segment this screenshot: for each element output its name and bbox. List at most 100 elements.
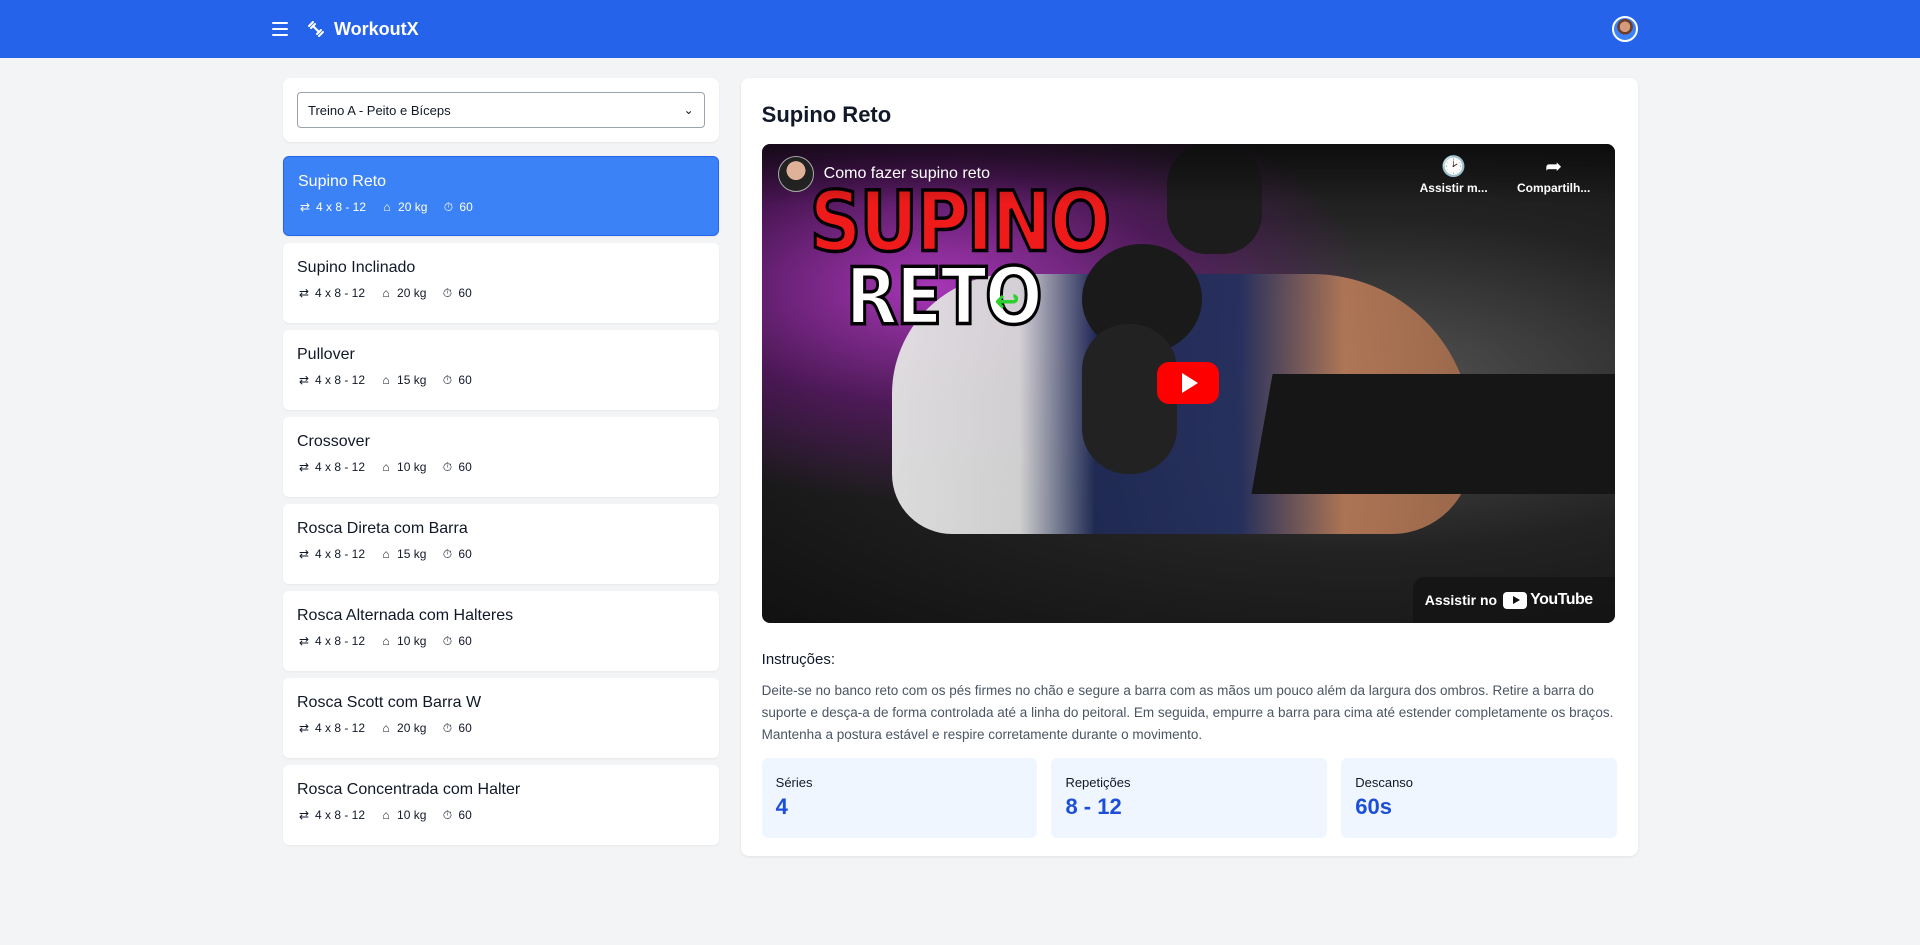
exercise-name: Rosca Alternada com Halteres bbox=[297, 607, 514, 624]
stat-series: Séries 4 bbox=[761, 758, 1038, 838]
exercise-sidebar: Treino A - Peito e Bíceps ⌄ Supino Reto … bbox=[283, 78, 719, 856]
watch-later-label: Assistir m... bbox=[1419, 180, 1488, 195]
exercise-item[interactable]: Rosca Direta com Barra ⇄ 4 x 8 - 12 ⌂ 15… bbox=[283, 504, 719, 584]
watch-on-youtube-button[interactable]: Assistir no YouTube bbox=[1412, 577, 1615, 623]
arrow-icon: ↩ bbox=[994, 285, 1020, 318]
sets-reps-value: 4 x 8 - 12 bbox=[316, 200, 367, 214]
sets-reps: ⇄ 4 x 8 - 12 bbox=[297, 634, 365, 648]
exercise-item[interactable]: Crossover ⇄ 4 x 8 - 12 ⌂ 10 kg ⏱ 60 bbox=[283, 417, 719, 497]
exercise-meta: ⇄ 4 x 8 - 12 ⌂ 10 kg ⏱ 60 bbox=[297, 460, 705, 474]
play-button[interactable] bbox=[1156, 362, 1219, 404]
stats-row: Séries 4 Repetições 8 - 12 Descanso 60s bbox=[761, 758, 1617, 838]
chevron-down-icon: ⌄ bbox=[683, 103, 694, 117]
youtube-wordmark: YouTube bbox=[1530, 591, 1593, 608]
watch-later-button[interactable]: 🕑 Assistir m... bbox=[1409, 154, 1499, 195]
rest-value: 60 bbox=[458, 286, 472, 300]
stopwatch-icon: ⏱ bbox=[442, 460, 453, 474]
exercise-item[interactable]: Pullover ⇄ 4 x 8 - 12 ⌂ 15 kg ⏱ 60 bbox=[283, 330, 719, 410]
repeat-icon: ⇄ bbox=[299, 200, 311, 214]
youtube-icon bbox=[1503, 591, 1528, 609]
menu-icon[interactable] bbox=[272, 18, 294, 40]
stopwatch-icon: ⏱ bbox=[442, 808, 453, 822]
workout-select-value: Treino A - Peito e Bíceps bbox=[308, 102, 451, 118]
rest-value: 60 bbox=[458, 808, 472, 822]
weight: ⌂ 10 kg bbox=[379, 460, 426, 474]
stopwatch-icon: ⏱ bbox=[443, 200, 454, 214]
repeat-icon: ⇄ bbox=[298, 634, 310, 648]
stat-series-label: Séries bbox=[775, 775, 813, 790]
video-title[interactable]: Como fazer supino reto bbox=[824, 165, 1399, 183]
repeat-icon: ⇄ bbox=[298, 547, 310, 561]
repeat-icon: ⇄ bbox=[298, 373, 310, 387]
weight: ⌂ 20 kg bbox=[379, 286, 426, 300]
stopwatch-icon: ⏱ bbox=[442, 721, 453, 735]
weight-value: 20 kg bbox=[397, 721, 427, 735]
share-icon: ➦ bbox=[1545, 155, 1563, 178]
exercise-item[interactable]: Rosca Alternada com Halteres ⇄ 4 x 8 - 1… bbox=[283, 591, 719, 671]
weight-value: 15 kg bbox=[397, 547, 427, 561]
stopwatch-icon: ⏱ bbox=[442, 634, 453, 648]
stat-reps: Repetições 8 - 12 bbox=[1051, 758, 1328, 838]
stat-rest-label: Descanso bbox=[1355, 775, 1414, 790]
play-icon bbox=[1181, 373, 1198, 393]
exercise-meta: ⇄ 4 x 8 - 12 ⌂ 20 kg ⏱ 60 bbox=[298, 200, 704, 214]
exercise-name: Rosca Direta com Barra bbox=[297, 520, 468, 537]
kettlebell-icon: ⌂ bbox=[383, 200, 391, 214]
rest: ⏱ 60 bbox=[440, 460, 472, 474]
rest: ⏱ 60 bbox=[440, 634, 472, 648]
sets-reps-value: 4 x 8 - 12 bbox=[315, 460, 366, 474]
thumbnail-caption: SUPINO RETO bbox=[808, 179, 1112, 339]
weight: ⌂ 15 kg bbox=[379, 373, 426, 387]
user-avatar[interactable] bbox=[1612, 16, 1638, 42]
weight: ⌂ 20 kg bbox=[380, 200, 427, 214]
nav-left: WorkoutX bbox=[272, 18, 419, 40]
share-label: Compartilh... bbox=[1516, 180, 1591, 195]
sets-reps-value: 4 x 8 - 12 bbox=[315, 634, 366, 648]
kettlebell-icon: ⌂ bbox=[382, 373, 390, 387]
sets-reps: ⇄ 4 x 8 - 12 bbox=[297, 547, 365, 561]
channel-avatar[interactable] bbox=[777, 156, 814, 192]
exercise-name: Rosca Scott com Barra W bbox=[297, 694, 482, 711]
video-player[interactable]: SUPINO RETO ↩ Como fazer supino reto 🕑 A… bbox=[761, 144, 1615, 623]
rest: ⏱ 60 bbox=[440, 721, 472, 735]
stat-reps-label: Repetições bbox=[1065, 775, 1131, 790]
sets-reps: ⇄ 4 x 8 - 12 bbox=[297, 808, 365, 822]
exercise-meta: ⇄ 4 x 8 - 12 ⌂ 10 kg ⏱ 60 bbox=[297, 808, 705, 822]
brand-logo[interactable]: WorkoutX bbox=[306, 19, 419, 40]
exercise-meta: ⇄ 4 x 8 - 12 ⌂ 10 kg ⏱ 60 bbox=[297, 634, 705, 648]
rest-value: 60 bbox=[458, 721, 472, 735]
workout-select[interactable]: Treino A - Peito e Bíceps ⌄ bbox=[297, 92, 705, 128]
thumbnail-line-2: RETO bbox=[844, 252, 1044, 344]
weight: ⌂ 20 kg bbox=[379, 721, 426, 735]
stat-rest: Descanso 60s bbox=[1341, 758, 1617, 838]
exercise-title: Supino Reto bbox=[761, 102, 892, 127]
exercise-name: Supino Reto bbox=[298, 173, 387, 190]
exercise-list: Supino Reto ⇄ 4 x 8 - 12 ⌂ 20 kg ⏱ 60 Su… bbox=[283, 156, 719, 845]
video-header: Como fazer supino reto 🕑 Assistir m... ➦… bbox=[761, 144, 1615, 204]
exercise-item[interactable]: Rosca Scott com Barra W ⇄ 4 x 8 - 12 ⌂ 2… bbox=[283, 678, 719, 758]
sets-reps: ⇄ 4 x 8 - 12 bbox=[297, 373, 365, 387]
youtube-logo: YouTube bbox=[1503, 591, 1593, 609]
main-content: Treino A - Peito e Bíceps ⌄ Supino Reto … bbox=[0, 58, 1920, 856]
weight: ⌂ 10 kg bbox=[379, 634, 426, 648]
rest-value: 60 bbox=[458, 460, 472, 474]
rest: ⏱ 60 bbox=[441, 200, 473, 214]
sets-reps-value: 4 x 8 - 12 bbox=[315, 808, 366, 822]
exercise-name: Supino Inclinado bbox=[297, 259, 416, 276]
repeat-icon: ⇄ bbox=[298, 286, 310, 300]
kettlebell-icon: ⌂ bbox=[382, 547, 390, 561]
kettlebell-icon: ⌂ bbox=[382, 634, 390, 648]
sets-reps: ⇄ 4 x 8 - 12 bbox=[297, 721, 365, 735]
exercise-item[interactable]: Supino Inclinado ⇄ 4 x 8 - 12 ⌂ 20 kg ⏱ … bbox=[283, 243, 719, 323]
exercise-item[interactable]: Supino Reto ⇄ 4 x 8 - 12 ⌂ 20 kg ⏱ 60 bbox=[283, 156, 719, 236]
watch-on-label: Assistir no bbox=[1424, 592, 1498, 608]
exercise-item[interactable]: Rosca Concentrada com Halter ⇄ 4 x 8 - 1… bbox=[283, 765, 719, 845]
sets-reps: ⇄ 4 x 8 - 12 bbox=[298, 200, 366, 214]
rest: ⏱ 60 bbox=[440, 373, 472, 387]
top-navbar: WorkoutX bbox=[0, 0, 1920, 58]
instructions-text: Deite-se no banco reto com os pés firmes… bbox=[761, 683, 1614, 742]
share-button[interactable]: ➦ Compartilh... bbox=[1509, 154, 1599, 195]
repeat-icon: ⇄ bbox=[298, 721, 310, 735]
exercise-name: Crossover bbox=[297, 433, 370, 450]
exercise-detail: Supino Reto SUPINO RETO ↩ Como fazer sup… bbox=[740, 78, 1638, 856]
